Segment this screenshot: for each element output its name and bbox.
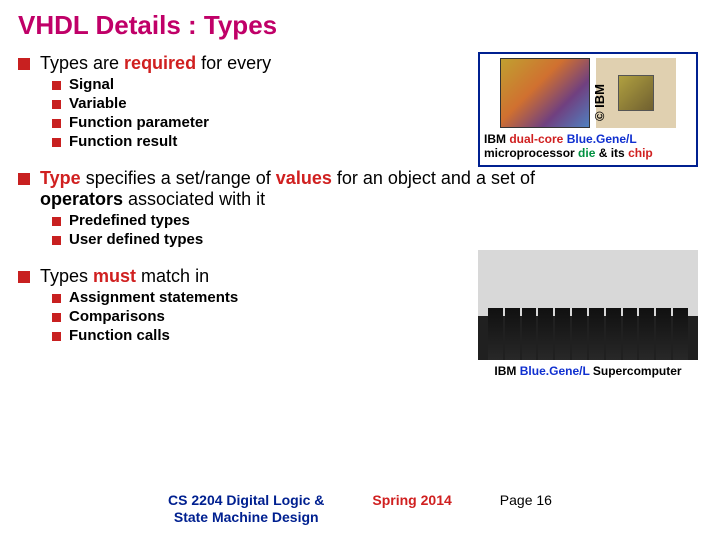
section-types-match: Types must match in Assignment statement… xyxy=(18,266,438,344)
bullet-icon xyxy=(52,138,61,147)
figure-supercomputer-caption: IBM Blue.Gene/L Supercomputer xyxy=(478,364,698,378)
slide-footer: CS 2204 Digital Logic &State Machine Des… xyxy=(0,492,720,526)
ibm-credit: © IBM xyxy=(592,84,607,121)
sub-item: Assignment statements xyxy=(69,289,238,306)
figure-supercomputer: IBM Blue.Gene/L Supercomputer xyxy=(478,250,698,378)
sub-item: Function result xyxy=(69,133,177,150)
figure-chip: IBM dual-core Blue.Gene/L microprocessor… xyxy=(478,52,698,167)
footer-course: CS 2204 Digital Logic &State Machine Des… xyxy=(168,492,324,526)
die-image xyxy=(500,58,590,128)
bullet-icon xyxy=(52,100,61,109)
package-image xyxy=(596,58,676,128)
sub-item: Function parameter xyxy=(69,114,209,131)
bullet-icon xyxy=(52,294,61,303)
bullet-icon xyxy=(18,58,30,70)
bullet-icon xyxy=(52,119,61,128)
section-types-required: Types are required for every Signal Vari… xyxy=(18,53,438,150)
bullet-icon xyxy=(18,173,30,185)
footer-semester: Spring 2014 xyxy=(372,492,451,508)
sub-item: Variable xyxy=(69,95,127,112)
sub-item: Function calls xyxy=(69,327,170,344)
bullet-icon xyxy=(18,271,30,283)
section-type-specifies: Type specifies a set/range of values for… xyxy=(18,168,702,248)
bullet-icon xyxy=(52,217,61,226)
sub-item: Signal xyxy=(69,76,114,93)
sub-item: User defined types xyxy=(69,231,203,248)
section2-lead: Type specifies a set/range of values for… xyxy=(40,168,535,210)
figure-chip-caption: IBM dual-core Blue.Gene/L microprocessor… xyxy=(484,132,692,161)
section1-lead: Types are required for every xyxy=(40,53,271,74)
supercomputer-image xyxy=(478,250,698,360)
footer-page: Page 16 xyxy=(500,492,552,508)
bullet-icon xyxy=(52,332,61,341)
bullet-icon xyxy=(52,313,61,322)
bullet-icon xyxy=(52,236,61,245)
slide-title: VHDL Details : Types xyxy=(18,10,702,41)
sub-item: Comparisons xyxy=(69,308,165,325)
bullet-icon xyxy=(52,81,61,90)
section3-lead: Types must match in xyxy=(40,266,209,287)
sub-item: Predefined types xyxy=(69,212,190,229)
